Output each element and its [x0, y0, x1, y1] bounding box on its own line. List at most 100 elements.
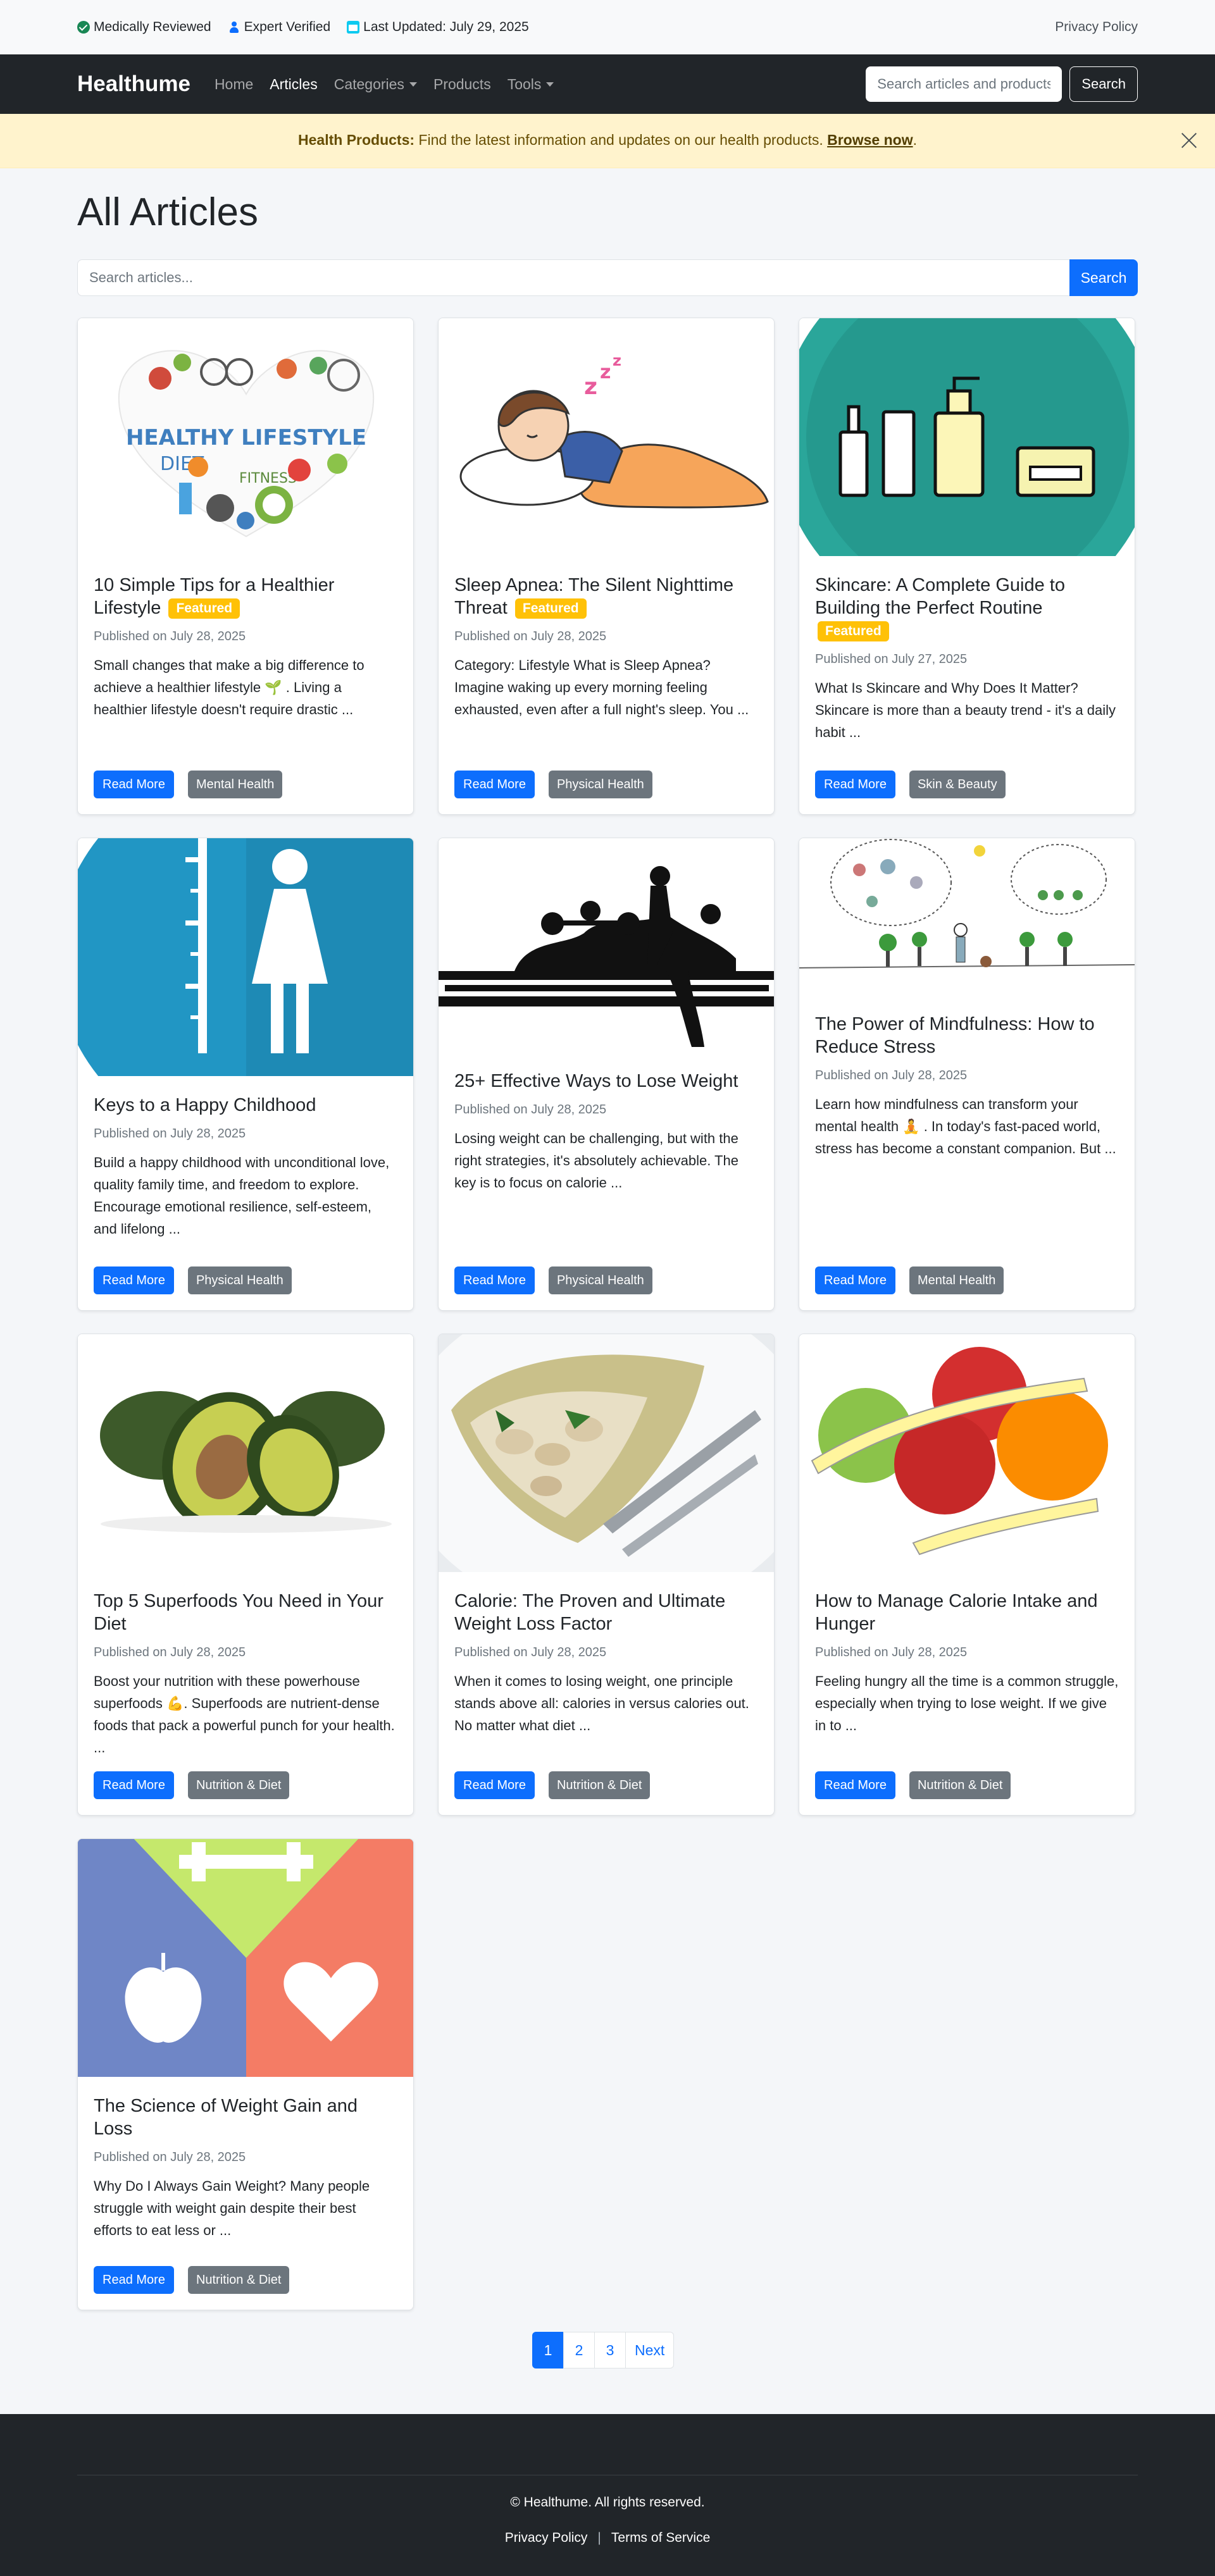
article-search-input[interactable] — [77, 259, 1069, 296]
read-more-button[interactable]: Read More — [815, 1266, 895, 1294]
svg-text:z: z — [584, 374, 597, 400]
category-badge[interactable]: Nutrition & Diet — [909, 1771, 1011, 1799]
article-title[interactable]: The Science of Weight Gain and Loss — [94, 2095, 397, 2140]
article-title[interactable]: 10 Simple Tips for a Healthier Lifestyle… — [94, 574, 397, 619]
nav-products[interactable]: Products — [433, 76, 491, 93]
featured-badge: Featured — [818, 621, 889, 642]
expert-verified-item: Expert Verified — [228, 20, 331, 35]
article-card: Top 5 Superfoods You Need in Your Diet P… — [77, 1334, 414, 1816]
article-title[interactable]: 25+ Effective Ways to Lose Weight — [454, 1070, 758, 1093]
footer-terms-link[interactable]: Terms of Service — [611, 2530, 710, 2545]
topbar-privacy-link[interactable]: Privacy Policy — [1055, 20, 1138, 35]
last-updated-item: Last Updated: July 29, 2025 — [347, 20, 529, 35]
alert-end: . — [913, 132, 917, 148]
article-title[interactable]: How to Manage Calorie Intake and Hunger — [815, 1590, 1119, 1635]
page-3[interactable]: 3 — [594, 2332, 626, 2369]
nav-categories-label: Categories — [333, 75, 404, 92]
category-badge[interactable]: Mental Health — [909, 1266, 1004, 1294]
fitness-silhouette-image[interactable] — [439, 838, 774, 1053]
read-more-button[interactable]: Read More — [815, 1771, 895, 1799]
article-card: 25+ Effective Ways to Lose Weight Publis… — [438, 838, 775, 1311]
medically-reviewed-label: Medically Reviewed — [94, 20, 211, 34]
copyright: © Healthume. All rights reserved. — [510, 2495, 705, 2510]
article-card: How to Manage Calorie Intake and Hunger … — [799, 1334, 1135, 1816]
nav-home[interactable]: Home — [215, 76, 253, 93]
article-card: Keys to a Happy Childhood Published on J… — [77, 838, 414, 1311]
article-excerpt: Losing weight can be challenging, but wi… — [454, 1130, 738, 1191]
category-badge[interactable]: Skin & Beauty — [909, 771, 1006, 798]
published-date: Published on July 27, 2025 — [815, 652, 968, 666]
brand-logo[interactable]: Healthume — [77, 71, 190, 97]
category-badge[interactable]: Nutrition & Diet — [548, 1771, 651, 1799]
person-icon — [228, 21, 240, 34]
nav-search-button[interactable]: Search — [1069, 66, 1138, 102]
browse-now-link[interactable]: Browse now — [827, 132, 913, 148]
article-title-text[interactable]: Skincare: A Complete Guide to Building t… — [815, 575, 1065, 618]
footer: © Healthume. All rights reserved. Privac… — [0, 2414, 1215, 2576]
article-title[interactable]: Calorie: The Proven and Ultimate Weight … — [454, 1590, 758, 1635]
announcement-alert: Health Products: Find the latest informa… — [0, 114, 1215, 168]
svg-text:z: z — [613, 352, 621, 369]
read-more-button[interactable]: Read More — [94, 1266, 174, 1294]
article-card: Skincare: A Complete Guide to Building t… — [799, 318, 1135, 815]
category-badge[interactable]: Nutrition & Diet — [187, 2266, 290, 2294]
category-badge[interactable]: Physical Health — [187, 1266, 292, 1294]
medically-reviewed-item: Medically Reviewed — [77, 20, 211, 35]
nav-categories-dropdown[interactable]: Categories — [334, 76, 417, 93]
footer-separator: | — [597, 2530, 601, 2545]
published-date: Published on July 28, 2025 — [454, 1645, 607, 1659]
read-more-button[interactable]: Read More — [815, 771, 895, 798]
article-excerpt: Feeling hungry all the time is a common … — [815, 1673, 1119, 1733]
healthy-lifestyle-heart-image[interactable]: HEALTHY LIFESTYLE DIET FITNESS — [78, 318, 413, 556]
read-more-button[interactable]: Read More — [454, 1266, 535, 1294]
read-more-button[interactable]: Read More — [94, 771, 174, 798]
caret-down-icon — [409, 82, 417, 87]
published-date: Published on July 28, 2025 — [94, 2150, 246, 2164]
child-height-image[interactable] — [78, 838, 413, 1076]
article-title-text[interactable]: Sleep Apnea: The Silent Nighttime Threat — [454, 575, 733, 618]
published-date: Published on July 28, 2025 — [815, 1645, 968, 1659]
article-title[interactable]: Keys to a Happy Childhood — [94, 1094, 397, 1117]
article-title[interactable]: Sleep Apnea: The Silent Nighttime Threat… — [454, 574, 758, 619]
fruits-tape-image[interactable] — [799, 1334, 1135, 1572]
last-updated-label: Last Updated: July 29, 2025 — [363, 20, 529, 34]
published-date: Published on July 28, 2025 — [815, 1068, 968, 1082]
read-more-button[interactable]: Read More — [94, 1771, 174, 1799]
svg-text:FITNESS: FITNESS — [239, 471, 297, 486]
skincare-products-image[interactable] — [799, 318, 1135, 556]
footer-privacy-link[interactable]: Privacy Policy — [505, 2530, 588, 2545]
read-more-button[interactable]: Read More — [454, 771, 535, 798]
sleeping-child-image[interactable]: z z z — [439, 318, 774, 556]
article-title[interactable]: Top 5 Superfoods You Need in Your Diet — [94, 1590, 397, 1635]
article-search-form: Search — [77, 259, 1138, 296]
category-badge[interactable]: Physical Health — [548, 1266, 652, 1294]
next-page[interactable]: Next — [625, 2332, 675, 2369]
close-icon[interactable] — [1180, 130, 1199, 149]
health-icons-image[interactable] — [78, 1839, 413, 2077]
article-excerpt: When it comes to losing weight, one prin… — [454, 1673, 749, 1733]
nav-tools-dropdown[interactable]: Tools — [508, 76, 554, 93]
article-title[interactable]: Skincare: A Complete Guide to Building t… — [815, 574, 1119, 642]
article-card: The Science of Weight Gain and Loss Publ… — [77, 1838, 414, 2310]
published-date: Published on July 28, 2025 — [454, 1103, 607, 1117]
page-2[interactable]: 2 — [563, 2332, 595, 2369]
nav-search-input[interactable] — [866, 66, 1062, 102]
read-more-button[interactable]: Read More — [454, 1771, 535, 1799]
nav-articles[interactable]: Articles — [270, 76, 317, 93]
category-badge[interactable]: Nutrition & Diet — [187, 1771, 290, 1799]
read-more-button[interactable]: Read More — [94, 2266, 174, 2294]
category-badge[interactable]: Physical Health — [548, 771, 652, 798]
calendar-icon — [347, 21, 360, 34]
article-card: HEALTHY LIFESTYLE DIET FITNESS 10 Simple… — [77, 318, 414, 815]
mindfulness-sketch-image[interactable] — [799, 838, 1135, 984]
published-date: Published on July 28, 2025 — [94, 629, 246, 643]
page-1[interactable]: 1 — [532, 2332, 564, 2369]
expert-verified-label: Expert Verified — [244, 20, 331, 34]
alert-text: Health Products: Find the latest informa… — [0, 132, 1215, 149]
article-excerpt: Learn how mindfulness can transform your… — [815, 1096, 1116, 1156]
category-badge[interactable]: Mental Health — [187, 771, 283, 798]
wrap-plate-image[interactable] — [439, 1334, 774, 1572]
article-search-button[interactable]: Search — [1069, 259, 1138, 296]
avocado-image[interactable] — [78, 1334, 413, 1572]
article-title[interactable]: The Power of Mindfulness: How to Reduce … — [815, 1013, 1119, 1058]
